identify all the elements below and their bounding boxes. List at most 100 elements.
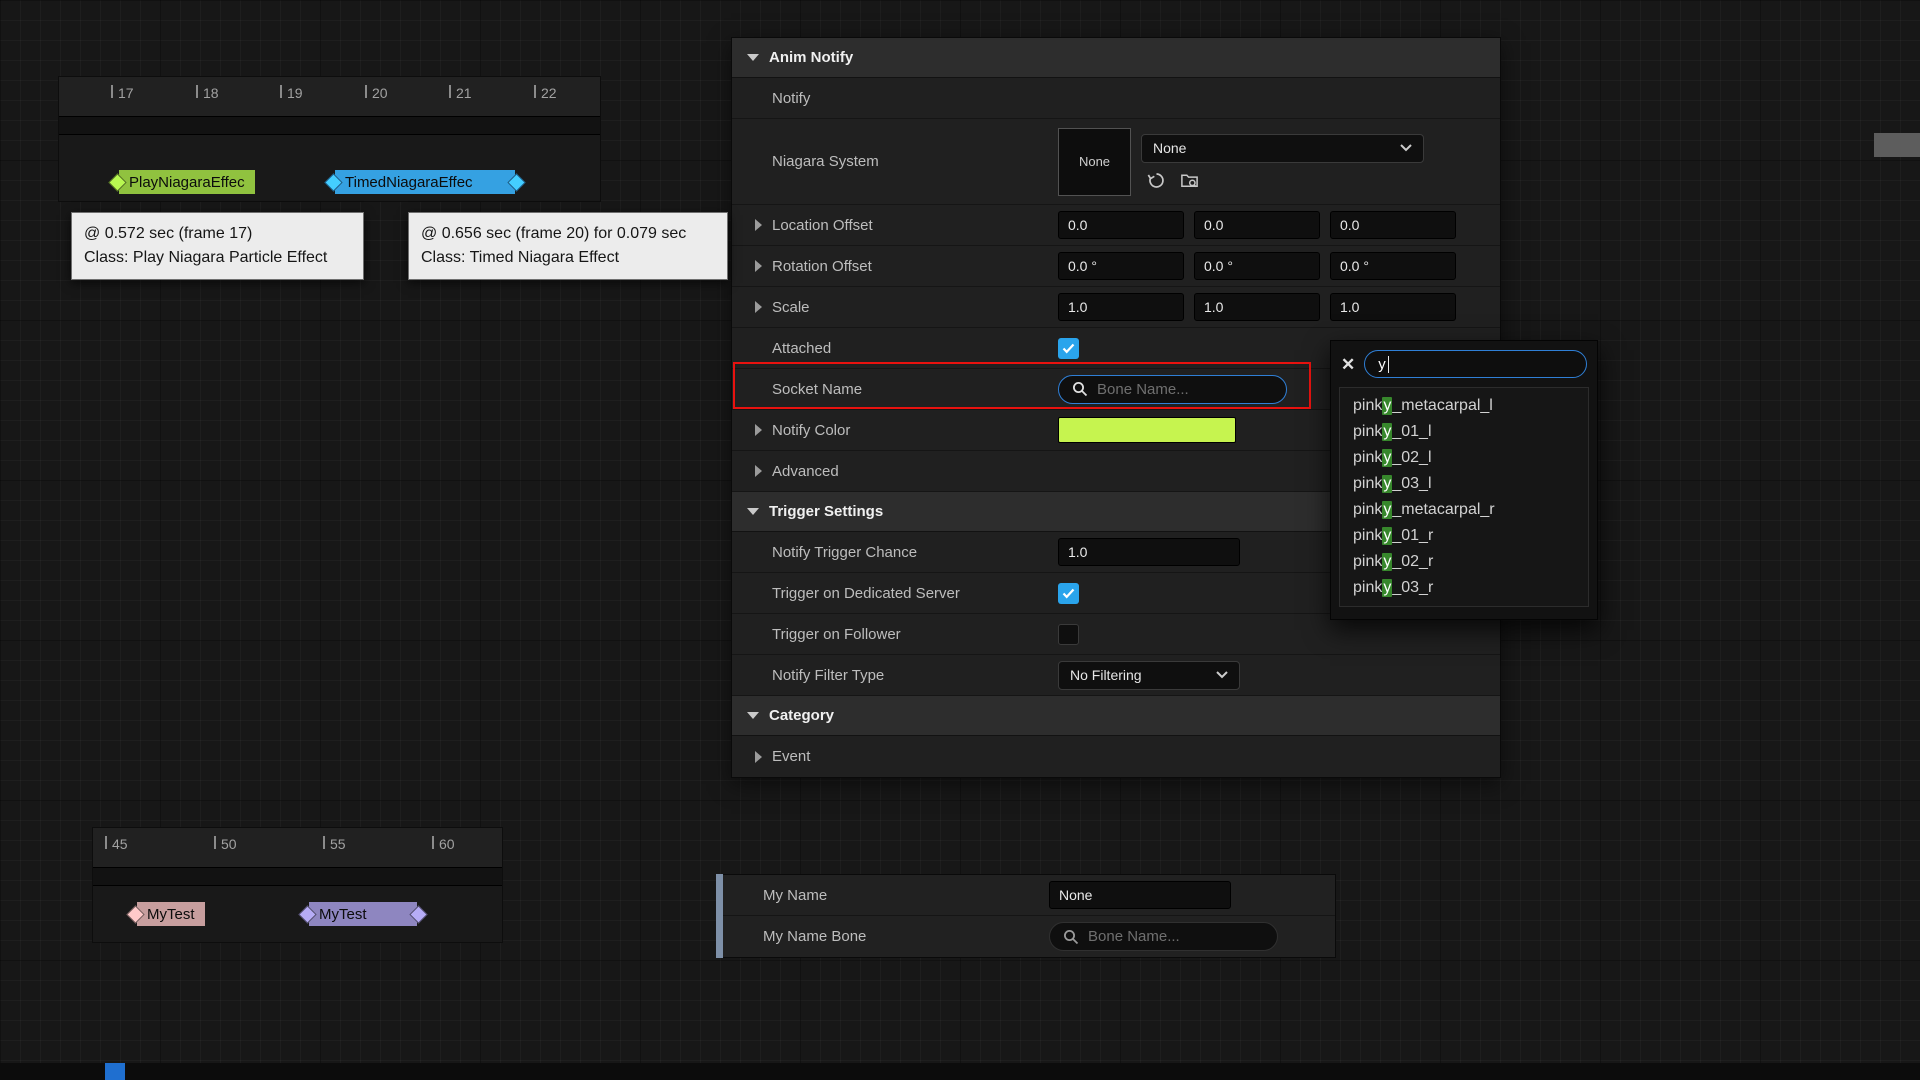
rotation-offset-value-cell: 0.0 ° 0.0 ° 0.0 ° <box>1044 252 1500 280</box>
follower-checkbox[interactable] <box>1058 624 1079 645</box>
field-value: 0.0 ° <box>1340 258 1369 274</box>
rotation-offset-yaw-field[interactable]: 0.0 ° <box>1330 252 1456 280</box>
frame-tick: 19 <box>280 85 303 101</box>
trigger-chance-field[interactable]: 1.0 <box>1058 538 1240 566</box>
bone-list-item[interactable]: pinky_02_l <box>1340 445 1588 471</box>
bone-list-item[interactable]: pinky_03_l <box>1340 471 1588 497</box>
timeline-ruler-top[interactable]: 17 18 19 20 21 22 <box>59 77 600 117</box>
socket-name-search-input[interactable]: Bone Name... <box>1058 375 1287 404</box>
notify-marker-label[interactable]: TimedNiagaraEffec <box>335 170 515 194</box>
scale-y-field[interactable]: 1.0 <box>1194 293 1320 321</box>
notify-marker-mytest-1[interactable]: MyTest <box>129 901 205 927</box>
bone-name-suffix: _03_l <box>1392 475 1431 493</box>
my-name-field[interactable]: None <box>1049 881 1231 909</box>
bone-name-prefix: pink <box>1353 527 1382 545</box>
field-value: 1.0 <box>1340 299 1359 315</box>
bone-name-suffix: _03_r <box>1392 579 1433 597</box>
expander-collapsed-icon[interactable] <box>755 424 762 436</box>
bone-list-item[interactable]: pinky_03_r <box>1340 575 1588 601</box>
property-label: Trigger on Follower <box>772 626 901 643</box>
panel-accent-strip <box>716 874 723 958</box>
category-title: Category <box>769 707 834 724</box>
expander-collapsed-icon[interactable] <box>755 465 762 477</box>
use-selected-asset-icon[interactable] <box>1147 171 1166 190</box>
row-rotation-offset: Rotation Offset 0.0 ° 0.0 ° 0.0 ° <box>732 246 1500 287</box>
chevron-down-icon <box>1216 671 1228 679</box>
chevron-down-icon <box>1400 144 1412 152</box>
bone-list-item[interactable]: pinky_01_r <box>1340 523 1588 549</box>
window-edge-notch <box>1874 133 1920 157</box>
frame-label: 50 <box>221 836 237 852</box>
event-label-cell: Event <box>732 748 1044 765</box>
bone-list-item[interactable]: pinky_01_l <box>1340 419 1588 445</box>
notify-marker-play-niagara[interactable]: PlayNiagaraEffec <box>111 169 255 195</box>
notify-color-swatch[interactable] <box>1058 417 1236 443</box>
bone-name-placeholder: Bone Name... <box>1088 928 1180 945</box>
tooltip-class-line: Class: Play Niagara Particle Effect <box>84 246 351 270</box>
property-label: Event <box>772 748 810 765</box>
filter-type-label-cell: Notify Filter Type <box>732 667 1044 684</box>
notify-marker-label[interactable]: MyTest <box>309 902 417 926</box>
bone-name-prefix: pink <box>1353 553 1382 571</box>
notify-marker-mytest-2[interactable]: MyTest <box>301 901 425 927</box>
bone-name-suffix: _01_l <box>1392 423 1431 441</box>
bottom-details-rows: My Name None My Name Bone Bone Name... <box>723 874 1336 958</box>
niagara-asset-thumbnail[interactable]: None <box>1058 128 1131 196</box>
expander-collapsed-icon[interactable] <box>755 219 762 231</box>
property-label: Rotation Offset <box>772 258 872 275</box>
bone-name-match: y <box>1382 475 1392 493</box>
text-caret <box>1388 356 1389 373</box>
expander-expanded-icon[interactable] <box>747 508 759 515</box>
tick-mark <box>365 85 367 98</box>
scale-x-field[interactable]: 1.0 <box>1058 293 1184 321</box>
location-offset-y-field[interactable]: 0.0 <box>1194 211 1320 239</box>
notify-tooltip-play-niagara: @ 0.572 sec (frame 17) Class: Play Niaga… <box>71 212 364 280</box>
notify-marker-label[interactable]: MyTest <box>137 902 205 926</box>
check-icon <box>1062 588 1075 599</box>
expander-expanded-icon[interactable] <box>747 54 759 61</box>
category-header-anim-notify[interactable]: Anim Notify <box>732 38 1500 78</box>
dedicated-server-checkbox[interactable] <box>1058 583 1079 604</box>
bone-list-item[interactable]: pinky_02_r <box>1340 549 1588 575</box>
notify-tooltip-timed-niagara: @ 0.656 sec (frame 20) for 0.079 sec Cla… <box>408 212 728 280</box>
notify-marker-timed-niagara[interactable]: TimedNiagaraEffec <box>327 169 523 195</box>
my-name-bone-search-input[interactable]: Bone Name... <box>1049 922 1278 951</box>
category-header-category[interactable]: Category <box>732 696 1500 736</box>
attached-checkbox[interactable] <box>1058 338 1079 359</box>
frame-label: 22 <box>541 85 557 101</box>
expander-collapsed-icon[interactable] <box>755 751 762 763</box>
timeline-subheader <box>59 117 600 135</box>
bone-search-input[interactable]: y <box>1364 350 1587 378</box>
expander-expanded-icon[interactable] <box>747 712 759 719</box>
timeline-ruler-bottom[interactable]: 45 50 55 60 <box>93 828 502 868</box>
bone-suggestion-list: pinky_metacarpal_l pinky_01_l pinky_02_l… <box>1339 387 1589 607</box>
bone-name-match: y <box>1382 553 1392 571</box>
frame-tick: 20 <box>365 85 388 101</box>
location-offset-z-field[interactable]: 0.0 <box>1330 211 1456 239</box>
frame-label: 55 <box>330 836 346 852</box>
niagara-asset-combo[interactable]: None <box>1141 134 1424 163</box>
clear-search-icon[interactable]: ✕ <box>1341 356 1355 373</box>
rotation-offset-pitch-field[interactable]: 0.0 ° <box>1194 252 1320 280</box>
bone-list-item[interactable]: pinky_metacarpal_l <box>1340 393 1588 419</box>
scale-z-field[interactable]: 1.0 <box>1330 293 1456 321</box>
property-label: Socket Name <box>772 381 862 398</box>
frame-label: 19 <box>287 85 303 101</box>
tick-mark <box>214 836 216 849</box>
frame-tick: 18 <box>196 85 219 101</box>
socket-name-placeholder: Bone Name... <box>1097 381 1189 398</box>
asset-thumbnail-text: None <box>1079 154 1110 169</box>
notify-filter-type-dropdown[interactable]: No Filtering <box>1058 661 1240 690</box>
timeline-subheader <box>93 868 502 886</box>
expander-collapsed-icon[interactable] <box>755 260 762 272</box>
rotation-offset-roll-field[interactable]: 0.0 ° <box>1058 252 1184 280</box>
notify-marker-label[interactable]: PlayNiagaraEffec <box>119 170 255 194</box>
bone-list-item[interactable]: pinky_metacarpal_r <box>1340 497 1588 523</box>
location-offset-x-field[interactable]: 0.0 <box>1058 211 1184 239</box>
expander-collapsed-icon[interactable] <box>755 301 762 313</box>
category-title: Anim Notify <box>769 49 853 66</box>
browse-to-asset-icon[interactable] <box>1180 171 1199 190</box>
asset-action-icons <box>1141 171 1424 190</box>
bone-name-match: y <box>1382 527 1392 545</box>
property-label: My Name Bone <box>763 928 866 945</box>
